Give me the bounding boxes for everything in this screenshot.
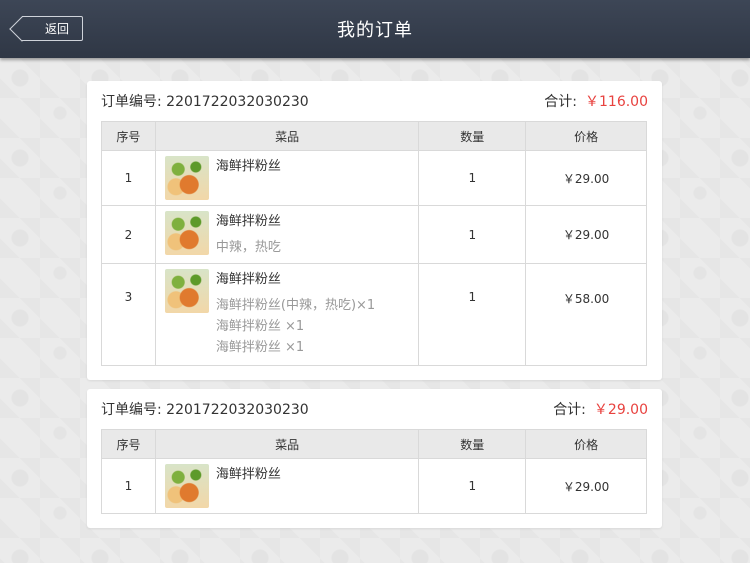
dish-image [164, 269, 209, 313]
order-number: 订单编号: 2201722032030230 [101, 402, 309, 418]
total-amount: ￥29.00 [593, 402, 648, 418]
dish-name: 海鲜拌粉丝 [215, 159, 281, 174]
total-label: 合计: [544, 94, 577, 110]
quantity: 1 [418, 458, 527, 514]
order-number: 订单编号: 2201722032030230 [101, 94, 309, 110]
dish-note: 中辣，热吃 [215, 240, 281, 255]
column-header-qty: 数量 [418, 121, 527, 151]
column-header-price: 价格 [525, 121, 647, 151]
dish-name: 海鲜拌粉丝 [215, 272, 281, 287]
dish-name: 海鲜拌粉丝 [215, 467, 281, 482]
column-header-dish: 菜品 [154, 429, 420, 459]
table-row: 1 海鲜拌粉丝 1 ￥29.00 [101, 458, 647, 514]
row-number: 3 [101, 263, 156, 366]
navigation-bar: 返回 我的订单 [0, 0, 750, 58]
total-label: 合计: [553, 402, 586, 418]
dish-cell: 海鲜拌粉丝 [154, 458, 420, 514]
order-items-table: 序号 菜品 数量 价格 1 海鲜拌粉丝 1 ￥29.00 [101, 429, 647, 514]
dish-note: 海鲜拌粉丝 ×1 [215, 340, 305, 355]
column-header-qty: 数量 [418, 429, 527, 459]
dish-image [164, 156, 209, 200]
dish-image [164, 464, 209, 508]
order-total: 合计: ￥29.00 [553, 399, 648, 419]
row-number: 2 [101, 205, 156, 264]
row-number: 1 [101, 150, 156, 206]
row-number: 1 [101, 458, 156, 514]
dish-name: 海鲜拌粉丝 [215, 214, 281, 229]
dish-image [164, 211, 209, 255]
dish-note: 海鲜拌粉丝 ×1 [215, 319, 305, 334]
column-header-dish: 菜品 [154, 121, 420, 151]
price: ￥58.00 [525, 263, 647, 366]
quantity: 1 [418, 150, 527, 206]
quantity: 1 [418, 263, 527, 366]
table-header-row: 序号 菜品 数量 价格 [101, 429, 647, 459]
page-title: 我的订单 [337, 20, 413, 41]
order-items-table: 序号 菜品 数量 价格 1 海鲜拌粉丝 1 ￥29.00 2 海鲜拌粉丝 中辣，… [101, 121, 647, 366]
price: ￥29.00 [525, 150, 647, 206]
dish-cell: 海鲜拌粉丝 中辣，热吃 [154, 205, 420, 264]
dish-cell: 海鲜拌粉丝 [154, 150, 420, 206]
dish-note: 海鲜拌粉丝(中辣，热吃)×1 [215, 298, 376, 313]
table-row: 3 海鲜拌粉丝 海鲜拌粉丝(中辣，热吃)×1 海鲜拌粉丝 ×1 海鲜拌粉丝 ×1… [101, 263, 647, 366]
total-amount: ￥116.00 [585, 94, 648, 110]
order-header: 订单编号: 2201722032030230 合计: ￥116.00 [101, 81, 648, 121]
column-header-no: 序号 [101, 121, 156, 151]
order-header: 订单编号: 2201722032030230 合计: ￥29.00 [101, 389, 648, 429]
dish-cell: 海鲜拌粉丝 海鲜拌粉丝(中辣，热吃)×1 海鲜拌粉丝 ×1 海鲜拌粉丝 ×1 [154, 263, 420, 366]
table-row: 2 海鲜拌粉丝 中辣，热吃 1 ￥29.00 [101, 205, 647, 264]
column-header-no: 序号 [101, 429, 156, 459]
column-header-price: 价格 [525, 429, 647, 459]
order-card: 订单编号: 2201722032030230 合计: ￥29.00 序号 菜品 数… [87, 389, 662, 528]
order-total: 合计: ￥116.00 [544, 91, 648, 111]
price: ￥29.00 [525, 458, 647, 514]
table-header-row: 序号 菜品 数量 价格 [101, 121, 647, 151]
quantity: 1 [418, 205, 527, 264]
price: ￥29.00 [525, 205, 647, 264]
table-row: 1 海鲜拌粉丝 1 ￥29.00 [101, 150, 647, 206]
back-button[interactable]: 返回 [22, 16, 83, 41]
order-card: 订单编号: 2201722032030230 合计: ￥116.00 序号 菜品 … [87, 81, 662, 380]
